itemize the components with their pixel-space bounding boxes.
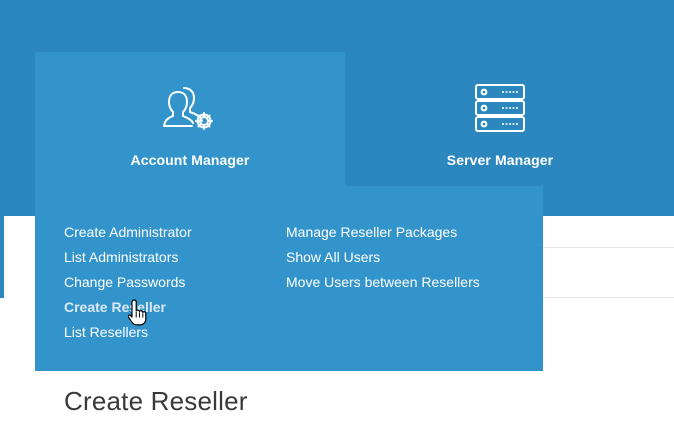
tab-label: Server Manager <box>446 152 554 168</box>
menu-item-manage-reseller-packages[interactable]: Manage Reseller Packages <box>286 220 480 245</box>
page-title: Create Reseller <box>64 386 248 416</box>
tab-server-manager[interactable]: Server Manager <box>345 52 655 190</box>
server-icon <box>474 84 526 139</box>
tab-label: Account Manager <box>130 152 250 168</box>
menu-item-create-administrator[interactable]: Create Administrator <box>64 220 192 245</box>
menu-item-move-users[interactable]: Move Users between Resellers <box>286 270 480 295</box>
menu-item-list-administrators[interactable]: List Administrators <box>64 245 192 270</box>
divider <box>543 297 674 298</box>
account-manager-dropdown: Create Administrator List Administrators… <box>35 186 543 371</box>
divider <box>543 247 674 248</box>
menu-item-show-all-users[interactable]: Show All Users <box>286 245 480 270</box>
tab-account-manager[interactable]: Account Manager <box>35 52 345 190</box>
menu-column-2: Manage Reseller Packages Show All Users … <box>286 220 480 295</box>
menu-item-change-passwords[interactable]: Change Passwords <box>64 270 192 295</box>
users-gear-icon <box>162 84 218 139</box>
hand-cursor-icon <box>127 298 150 331</box>
